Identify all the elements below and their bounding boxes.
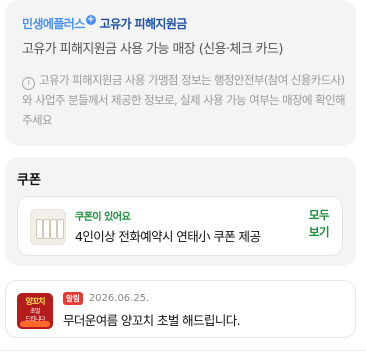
brand-line: 민생에플러스 + 고유가 피해지원금 (22, 14, 188, 32)
view-all-label-line1: 모두 (308, 208, 330, 222)
subsidy-notice: i 고유가 피해지원금 사용 가맹점 정보는 행정안전부(참여 신용카드사)와 사… (22, 70, 352, 130)
view-all-label-line2: 보기 (308, 225, 330, 239)
post-thumb-stripe (20, 321, 50, 327)
coupons-section: 쿠폰 쿠폰이 있어요 4인이상 전화예약시 연태小 쿠폰 제공 모두 보기 (5, 157, 356, 266)
divider (0, 350, 366, 351)
brand-name: 민생에플러스 (22, 17, 85, 31)
coupon-thumbnail (30, 209, 66, 245)
post-text: 무더운여름 양꼬치 초벌 해드립니다. (63, 313, 241, 328)
program-name: 고유가 피해지원금 (99, 17, 188, 31)
event-badge: 알림 (63, 292, 83, 305)
info-icon: i (22, 77, 35, 90)
subsidy-notice-text: 고유가 피해지원금 사용 가맹점 정보는 행정안전부(참여 신용카드사)와 사업… (22, 73, 346, 127)
coupons-title: 쿠폰 (17, 173, 41, 188)
post-card[interactable]: 양꼬치 초벌 드립니다 알림 2026.06.25. 무더운여름 양꼬치 초벌 … (5, 280, 356, 338)
coupon-text: 4인이상 전화예약시 연태小 쿠폰 제공 (75, 229, 261, 244)
post-thumbnail: 양꼬치 초벌 드립니다 (17, 293, 53, 329)
plus-icon: + (85, 14, 96, 25)
coupon-badge: 쿠폰이 있어요 (75, 212, 131, 223)
post-date: 2026.06.25. (88, 293, 150, 304)
subsidy-info-card: 민생에플러스 + 고유가 피해지원금 고유가 피해지원금 사용 가능 매장 (신… (5, 0, 356, 146)
subsidy-subtitle: 고유가 피해지원금 사용 가능 매장 (신용·체크 카드) (22, 42, 283, 57)
post-meta: 알림 2026.06.25. (63, 292, 149, 305)
coupon-card[interactable]: 쿠폰이 있어요 4인이상 전화예약시 연태小 쿠폰 제공 모두 보기 (17, 196, 343, 256)
view-all-button[interactable]: 모두 보기 (304, 207, 334, 241)
